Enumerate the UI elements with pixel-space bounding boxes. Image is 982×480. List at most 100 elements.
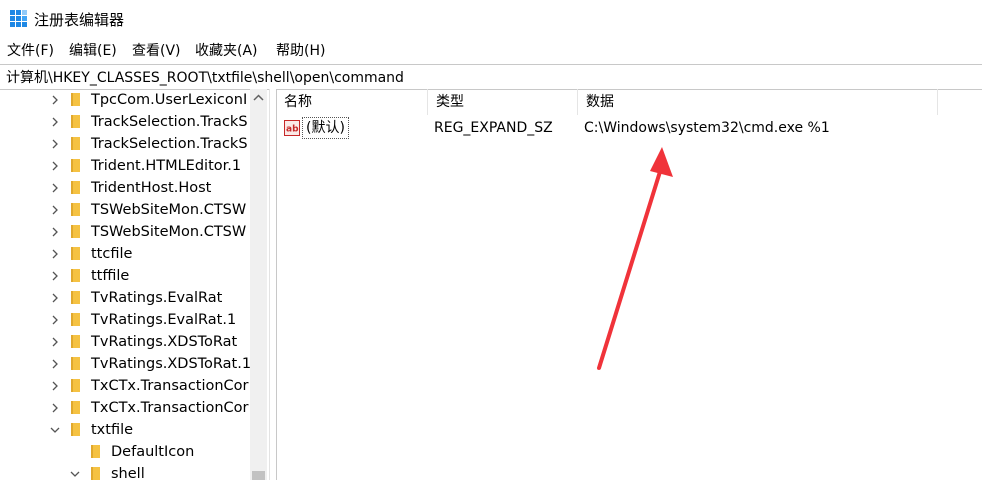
chevron-right-icon[interactable] [50,249,60,259]
window-title: 注册表编辑器 [34,11,125,29]
menu-bar: 文件(F) 编辑(E) 查看(V) 收藏夹(A) 帮助(H) [0,38,982,62]
tree-item-content: TxCTx.TransactionCor [0,375,250,397]
folder-icon [91,445,100,458]
value-type: REG_EXPAND_SZ [434,120,553,136]
tree-item[interactable]: TrackSelection.TrackS [0,133,250,155]
tree-item-content: Trident.HTMLEditor.1 [0,155,250,177]
tree-item-content: shell [0,463,250,480]
folder-icon [71,401,80,414]
tree-item-label: TSWebSiteMon.CTSW [91,224,247,240]
tree-item[interactable]: TvRatings.XDSToRat.1 [0,353,250,375]
tree-item-content: TSWebSiteMon.CTSW [0,221,250,243]
folder-icon [71,137,80,150]
folder-icon [71,159,80,172]
tree-item-label: ttcfile [91,246,133,262]
svg-text:ab: ab [286,125,299,135]
chevron-right-icon[interactable] [50,227,60,237]
tree-item-label: TvRatings.EvalRat [91,290,223,306]
tree-item-content: TxCTx.TransactionCor [0,397,250,419]
scroll-up-arrow-icon[interactable] [250,89,267,106]
tree-item-label: TvRatings.XDSToRat.1 [91,356,250,372]
tree-item-label: TxCTx.TransactionCor [91,400,249,416]
column-header-name[interactable]: 名称 [276,89,428,115]
chevron-right-icon[interactable] [50,381,60,391]
tree-item-label: DefaultIcon [111,444,195,460]
chevron-right-icon[interactable] [50,139,60,149]
folder-icon [71,313,80,326]
chevron-right-icon[interactable] [50,403,60,413]
tree-item-content: TvRatings.EvalRat.1 [0,309,250,331]
tree-item[interactable]: ttcfile [0,243,250,265]
tree-item[interactable]: TridentHost.Host [0,177,250,199]
tree-item-label: TridentHost.Host [91,180,212,196]
tree-item[interactable]: TvRatings.EvalRat [0,287,250,309]
menu-help[interactable]: 帮助(H) [276,40,325,60]
menu-view[interactable]: 查看(V) [132,40,181,60]
tree-item-content: txtfile [0,419,250,441]
tree-item[interactable]: shell [0,463,250,480]
folder-icon [71,269,80,282]
string-value-icon: ab [284,120,300,136]
column-header-data[interactable]: 数据 [578,89,938,115]
tree-item[interactable]: txtfile [0,419,250,441]
folder-icon [71,247,80,260]
tree-item[interactable]: TSWebSiteMon.CTSW [0,199,250,221]
folder-icon [91,467,100,480]
address-path[interactable]: 计算机\HKEY_CLASSES_ROOT\txtfile\shell\open… [6,67,404,87]
chevron-right-icon[interactable] [50,117,60,127]
chevron-right-icon[interactable] [50,359,60,369]
value-row[interactable]: ab (默认) REG_EXPAND_SZ C:\Windows\system3… [276,117,982,139]
tree-item-label: txtfile [91,422,134,438]
menu-edit[interactable]: 编辑(E) [69,40,117,60]
chevron-right-icon[interactable] [50,205,60,215]
chevron-right-icon[interactable] [50,315,60,325]
tree-item-label: TvRatings.EvalRat.1 [91,312,237,328]
tree-item[interactable]: DefaultIcon [0,441,250,463]
tree-item[interactable]: TSWebSiteMon.CTSW [0,221,250,243]
tree-item-content: DefaultIcon [0,441,250,463]
tree-item[interactable]: TvRatings.EvalRat.1 [0,309,250,331]
key-tree: TpcCom.UserLexiconI TrackSelection.TrackS… [0,89,270,480]
tree-item[interactable]: TpcCom.UserLexiconI [0,89,250,111]
folder-icon [71,115,80,128]
value-name[interactable]: (默认) [302,117,349,139]
tree-item-content: ttffile [0,265,250,287]
address-bar[interactable]: 计算机\HKEY_CLASSES_ROOT\txtfile\shell\open… [0,64,982,90]
chevron-right-icon[interactable] [50,337,60,347]
tree-item[interactable]: TxCTx.TransactionCor [0,375,250,397]
tree-item-content: TSWebSiteMon.CTSW [0,199,250,221]
chevron-down-icon[interactable] [50,425,60,435]
folder-icon [71,335,80,348]
scroll-thumb[interactable] [252,471,265,480]
tree-item-label: shell [111,466,145,480]
tree-item-content: TvRatings.XDSToRat.1 [0,353,250,375]
tree-item-content: TvRatings.EvalRat [0,287,250,309]
tree-item[interactable]: TxCTx.TransactionCor [0,397,250,419]
folder-icon [71,379,80,392]
tree-item-content: ttcfile [0,243,250,265]
tree-item-content: TpcCom.UserLexiconI [0,89,250,111]
chevron-right-icon[interactable] [50,95,60,105]
tree-item[interactable]: ttffile [0,265,250,287]
folder-icon [71,423,80,436]
folder-icon [71,203,80,216]
menu-favorites[interactable]: 收藏夹(A) [195,40,258,60]
tree-item-label: Trident.HTMLEditor.1 [91,158,242,174]
menu-file[interactable]: 文件(F) [7,40,54,60]
chevron-right-icon[interactable] [50,183,60,193]
folder-icon [71,181,80,194]
title-bar: 注册表编辑器 [0,0,982,36]
tree-item[interactable]: Trident.HTMLEditor.1 [0,155,250,177]
column-header-type[interactable]: 类型 [428,89,578,115]
tree-item-label: TrackSelection.TrackS [91,136,248,152]
tree-item[interactable]: TrackSelection.TrackS [0,111,250,133]
chevron-right-icon[interactable] [50,293,60,303]
chevron-right-icon[interactable] [50,161,60,171]
chevron-right-icon[interactable] [50,271,60,281]
tree-scrollbar[interactable] [250,89,267,480]
value-data: C:\Windows\system32\cmd.exe %1 [584,120,830,136]
tree-item[interactable]: TvRatings.XDSToRat [0,331,250,353]
tree-item-label: TrackSelection.TrackS [91,114,248,130]
tree-item-content: TrackSelection.TrackS [0,111,250,133]
chevron-down-icon[interactable] [70,469,80,479]
